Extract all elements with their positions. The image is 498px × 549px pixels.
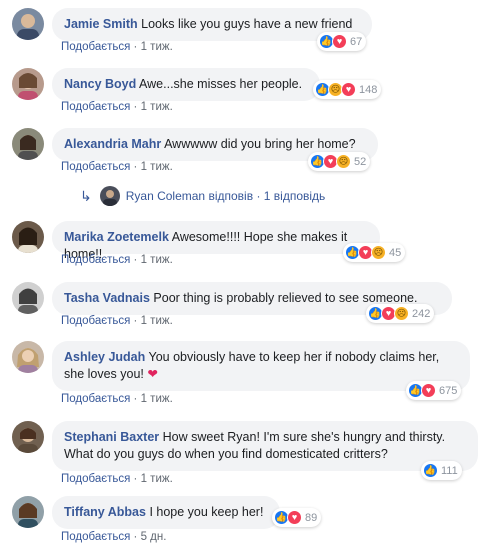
reaction-count: 242 (412, 307, 431, 320)
comment-time[interactable]: 1 тиж. (141, 101, 173, 113)
sad-icon: ☹ (336, 154, 351, 169)
commenter-name[interactable]: Tiffany Abbas (64, 505, 146, 519)
avatar (99, 186, 120, 206)
commenter-name[interactable]: Ashley Judah (64, 350, 145, 364)
comment-time[interactable]: 5 дн. (141, 531, 167, 543)
love-icon: ♥ (332, 34, 347, 49)
like-link[interactable]: Подобається (61, 41, 130, 53)
heart-emoji: ❤ (147, 367, 158, 381)
commenter-name[interactable]: Alexandria Mahr (64, 137, 161, 151)
reactions-summary[interactable]: 👍 ♥ 675 (406, 381, 462, 400)
reaction-count: 45 (389, 246, 402, 259)
comment-bubble: Nancy Boyd Awe...she misses her people. (52, 68, 320, 101)
comment-text: Poor thing is probably relieved to see s… (153, 291, 418, 305)
reactions-summary[interactable]: 👍 ♥ 89 (272, 508, 322, 527)
comment-actions: Подобається · 1 тиж. (61, 315, 173, 327)
comment-actions: Подобається · 1 тиж. (61, 254, 173, 266)
comment-time[interactable]: 1 тиж. (141, 393, 173, 405)
reaction-count: 52 (354, 155, 367, 168)
comment-text: I hope you keep her! (149, 505, 264, 519)
comment-bubble: Marika Zoetemelk Awesome!!!! Hope she ma… (52, 221, 380, 261)
reactions-summary[interactable]: 👍 ♥ ☹ 242 (366, 304, 435, 323)
reaction-count: 89 (305, 511, 318, 524)
comment-actions: Подобається · 1 тиж. (61, 161, 173, 173)
reaction-count: 148 (359, 83, 378, 96)
sad-icon: ☹ (371, 245, 386, 260)
commenter-name[interactable]: Nancy Boyd (64, 77, 136, 91)
like-link[interactable]: Подобається (61, 315, 130, 327)
comment-actions: Подобається · 1 тиж. (61, 41, 173, 53)
reactions-summary[interactable]: 👍 ☹ ♥ 148 (313, 80, 382, 99)
comment-actions: Подобається · 1 тиж. (61, 393, 173, 405)
commenter-name[interactable]: Tasha Vadnais (64, 291, 150, 305)
sad-icon: ☹ (394, 306, 409, 321)
like-link[interactable]: Подобається (61, 393, 130, 405)
reply-count: 1 відповідь (263, 189, 326, 203)
comment-text: Awwwww did you bring her home? (164, 137, 356, 151)
reaction-count: 111 (441, 464, 458, 477)
love-icon: ♥ (341, 82, 356, 97)
comment-bubble: Tiffany Abbas I hope you keep her! (52, 496, 280, 529)
avatar[interactable] (12, 8, 44, 40)
reactions-summary[interactable]: 👍 111 (421, 461, 462, 480)
avatar[interactable] (12, 421, 44, 453)
comment-time[interactable]: 1 тиж. (141, 315, 173, 327)
love-icon: ♥ (421, 383, 436, 398)
like-icon: 👍 (423, 463, 438, 478)
like-link[interactable]: Подобається (61, 101, 130, 113)
comment-bubble: Stephani Baxter How sweet Ryan! I'm sure… (52, 421, 478, 471)
reply-arrow-icon: ↳ (80, 187, 92, 204)
like-link[interactable]: Подобається (61, 473, 130, 485)
like-link[interactable]: Подобається (61, 254, 130, 266)
avatar[interactable] (12, 68, 44, 100)
reactions-summary[interactable]: 👍 ♥ ☹ 45 (343, 243, 406, 262)
comment-actions: Подобається · 1 тиж. (61, 473, 173, 485)
reaction-count: 675 (439, 384, 458, 397)
love-icon: ♥ (287, 510, 302, 525)
commenter-name[interactable]: Jamie Smith (64, 17, 138, 31)
comment-time[interactable]: 1 тиж. (141, 161, 173, 173)
avatar[interactable] (12, 282, 44, 314)
reactions-summary[interactable]: 👍 ♥ 67 (317, 32, 367, 51)
avatar[interactable] (12, 128, 44, 160)
commenter-name[interactable]: Marika Zoetemelk (64, 230, 169, 244)
avatar[interactable] (12, 221, 44, 253)
reply-author: Ryan Coleman (125, 189, 206, 203)
comment-text: Awe...she misses her people. (139, 77, 303, 91)
avatar[interactable] (12, 341, 44, 373)
comment-actions: Подобається · 5 дн. (61, 531, 167, 543)
comment-time[interactable]: 1 тиж. (141, 254, 173, 266)
like-link[interactable]: Подобається (61, 531, 130, 543)
reaction-count: 67 (350, 35, 363, 48)
reply-verb: відповів (208, 189, 254, 203)
comment-text: Looks like you guys have a new friend (141, 17, 353, 31)
commenter-name[interactable]: Stephani Baxter (64, 430, 159, 444)
view-replies-link[interactable]: ↳ Ryan Coleman відповів · 1 відповідь (80, 186, 325, 206)
comment-time[interactable]: 1 тиж. (141, 473, 173, 485)
like-link[interactable]: Подобається (61, 161, 130, 173)
reactions-summary[interactable]: 👍 ♥ ☹ 52 (308, 152, 371, 171)
avatar[interactable] (12, 496, 44, 528)
comment-actions: Подобається · 1 тиж. (61, 101, 173, 113)
comment-time[interactable]: 1 тиж. (141, 41, 173, 53)
